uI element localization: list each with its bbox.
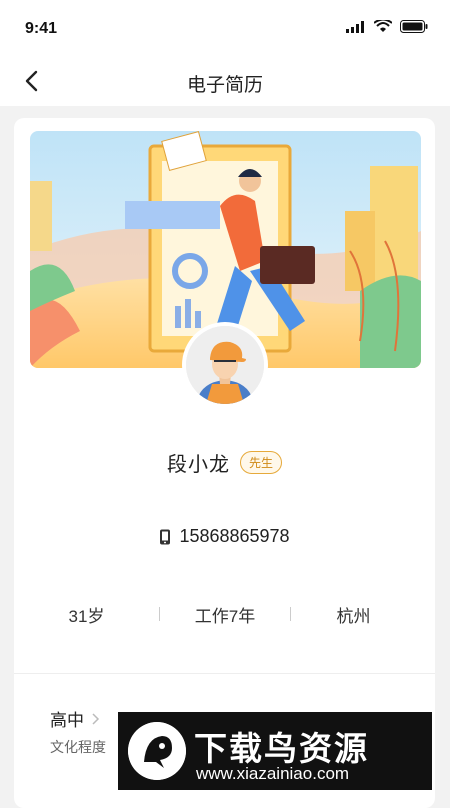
status-time: 9:41 [25, 20, 58, 37]
candidate-name: 段小龙 [166, 454, 230, 476]
experience-value: 工作7年 [194, 606, 256, 626]
avatar-frame [182, 322, 268, 408]
signal-icon [346, 20, 364, 33]
age-value: 31岁 [68, 606, 105, 626]
basic-info-row: 31岁 工作7年 杭州 [14, 600, 435, 628]
phone-number[interactable]: 15868865978 [179, 526, 289, 547]
gender-badge: 先生 [239, 451, 282, 474]
wifi-icon [374, 20, 392, 32]
watermark-url: www.xiazainiao.com [196, 764, 350, 783]
page-title: 电子简历 [186, 75, 263, 96]
status-icons [346, 20, 428, 33]
watermark-title: 下载鸟资源 [194, 730, 369, 767]
chevron-right-icon [92, 712, 100, 725]
education-block[interactable]: 高中 文化程度 [50, 706, 106, 757]
phone-icon [160, 529, 171, 544]
phone-row[interactable]: 15868865978 [14, 526, 435, 547]
battery-icon [400, 20, 428, 33]
avatar [186, 326, 264, 404]
resume-card: 段小龙 先生 15868865978 31岁 工作7年 杭州 高中 文化程度 杭… [14, 118, 435, 808]
watermark-overlay: 下载鸟资源 www.xiazainiao.com [118, 712, 432, 790]
education-value-row: 高中 [50, 706, 106, 731]
section-divider [14, 673, 435, 674]
education-value: 高中 [50, 711, 84, 730]
status-bar: 9:41 [0, 0, 450, 56]
education-label: 文化程度 [50, 739, 106, 755]
city-value: 杭州 [336, 606, 371, 626]
bird-logo-icon [128, 722, 186, 780]
name-row: 段小龙 先生 [14, 448, 435, 477]
nav-bar: 电子简历 [0, 56, 450, 106]
